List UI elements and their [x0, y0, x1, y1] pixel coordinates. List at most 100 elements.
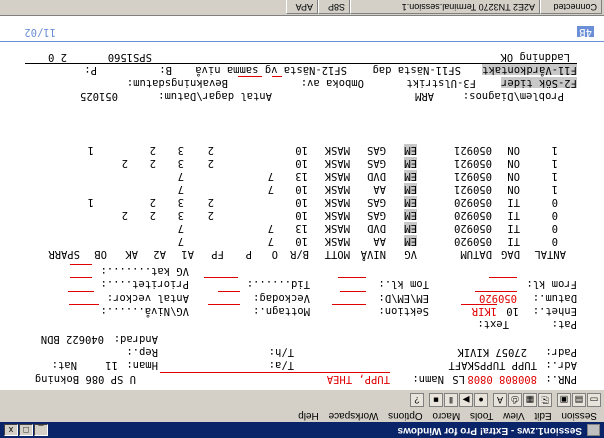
table-cell: 7: [267, 183, 274, 195]
table-cell: 050921: [454, 183, 492, 195]
col-a2: A2: [153, 248, 166, 260]
table-cell: 2: [149, 209, 156, 221]
table-cell: 1: [551, 183, 558, 195]
adr-value: TUPP TUPPSKAFT: [448, 359, 537, 371]
omboka-underline-2: [238, 76, 262, 77]
window-title: Session1.zws - Extra! Pro for Windows: [397, 425, 582, 436]
col-br: B/R: [290, 248, 309, 260]
table-cell: 2: [207, 144, 214, 156]
padr-value: 27057 KIVIK: [457, 346, 527, 358]
col-a1: A1: [181, 248, 194, 260]
em-underline: [340, 291, 366, 292]
menu-macro[interactable]: Macro: [432, 410, 460, 421]
stop-icon[interactable]: ■: [429, 393, 443, 407]
sf11-nasta-dag[interactable]: SF11-Nästa dag: [372, 64, 461, 76]
tid-label: Tid......:: [246, 278, 310, 290]
table-cell: 2: [149, 144, 156, 156]
table-cell: 2: [149, 157, 156, 169]
enhet-underline: [461, 304, 497, 305]
datum-value[interactable]: 050920: [479, 292, 517, 304]
f11-vardkontakt[interactable]: F11-Vårdkontakt: [482, 64, 577, 76]
menu-help[interactable]: Help: [298, 410, 319, 421]
table-cell: 7: [267, 170, 274, 182]
col-antal: ANTAL: [534, 248, 566, 260]
vg-kat-underline: [70, 264, 92, 265]
nat-label: Nat:: [51, 359, 77, 371]
save-icon[interactable]: ▣: [557, 393, 571, 407]
table-cell: 7: [177, 235, 184, 247]
menu-view[interactable]: View: [503, 410, 525, 421]
table-cell: GAS: [367, 157, 386, 169]
menu-tools[interactable]: Tools: [470, 410, 493, 421]
record-icon[interactable]: ●: [474, 393, 488, 407]
menu-options[interactable]: Options: [388, 410, 422, 421]
sektion-underline: [332, 304, 366, 305]
play-icon[interactable]: ▶: [459, 393, 473, 407]
table-cell: EM: [404, 209, 417, 221]
table-cell: TI: [507, 222, 520, 234]
table-cell: AA: [373, 235, 386, 247]
table-cell: 13: [295, 170, 308, 182]
menu-session[interactable]: Session: [561, 410, 597, 421]
table-cell: 10: [295, 235, 308, 247]
table-cell: ON: [507, 170, 520, 182]
omboka-underline-1: [272, 76, 282, 77]
table-cell: 050920: [454, 196, 492, 208]
menu-workspace[interactable]: Workspace: [329, 410, 379, 421]
menu-edit[interactable]: Edit: [534, 410, 551, 421]
table-cell: EM: [404, 235, 417, 247]
oia-separator: [0, 41, 604, 42]
font-icon[interactable]: A: [493, 393, 507, 407]
pnr-value[interactable]: 800808 0808: [467, 373, 537, 385]
col-datum: DATUM: [460, 248, 492, 260]
prioritet-underline: [70, 277, 92, 278]
minimize-button[interactable]: _: [34, 424, 48, 436]
status-apa: APA: [286, 0, 318, 14]
vg-kat-label: VG kat.......:: [100, 265, 189, 277]
table-cell: GAS: [367, 144, 386, 156]
sf12-nasta-vg[interactable]: SF12-Nästa vg samma nivå: [195, 64, 347, 76]
f2-sok-tider[interactable]: F2-Sök tider: [501, 77, 577, 89]
oia-left: 4B: [577, 26, 594, 38]
table-cell: 13: [295, 222, 308, 234]
new-session-icon[interactable]: ▭: [587, 393, 601, 407]
open-icon[interactable]: ▤: [572, 393, 586, 407]
print-icon[interactable]: ⎙: [508, 393, 522, 407]
andrad-value: 040622 BDN: [40, 333, 104, 345]
col-ak: AK: [125, 248, 138, 260]
pnr-label: PNR.:: [545, 373, 577, 385]
tom-kl-underline: [338, 277, 366, 278]
table-cell: 050920: [454, 222, 492, 234]
f3-ulstrikt[interactable]: F3-Ulstrikt: [406, 77, 476, 89]
table-cell: 3: [177, 144, 184, 156]
table-cell: 10: [295, 209, 308, 221]
app-icon: [587, 424, 600, 436]
enhet-code[interactable]: 1KIR: [472, 305, 497, 317]
maximize-button[interactable]: □: [19, 424, 33, 436]
table-cell: GAS: [367, 209, 386, 221]
table-cell: 0: [551, 222, 558, 234]
antal-value: 051025: [80, 90, 118, 102]
namn-value[interactable]: TUPP, THEA: [327, 373, 390, 385]
omboka-label: Omboka av:: [300, 77, 364, 89]
table-cell: ON: [507, 157, 520, 169]
status-bar: Connected A2E2 TN3270 Terminal.session.1…: [0, 0, 604, 16]
table-cell: MASK: [324, 222, 350, 234]
close-button[interactable]: x: [4, 424, 18, 436]
datum-label: Datum.:: [532, 292, 577, 304]
help-icon[interactable]: ?: [410, 393, 424, 407]
text-label: Text:: [477, 318, 509, 330]
mottagn-label: Mottagn.:: [253, 305, 310, 317]
table-cell: TI: [507, 196, 520, 208]
ls-label: LS: [452, 373, 465, 385]
sektion-label: Sektion:: [378, 305, 429, 317]
paste-icon[interactable]: ▦: [523, 393, 537, 407]
table-cell: ON: [507, 183, 520, 195]
copy-icon[interactable]: ⎘: [538, 393, 552, 407]
table-cell: 1: [87, 144, 94, 156]
table-cell: EM: [404, 170, 417, 182]
problem-label: Problem\Diagnos:: [462, 90, 564, 102]
pause-icon[interactable]: Ⅱ: [444, 393, 458, 407]
table-cell: MASK: [324, 196, 350, 208]
terminal-id: SPS1560: [107, 51, 152, 63]
